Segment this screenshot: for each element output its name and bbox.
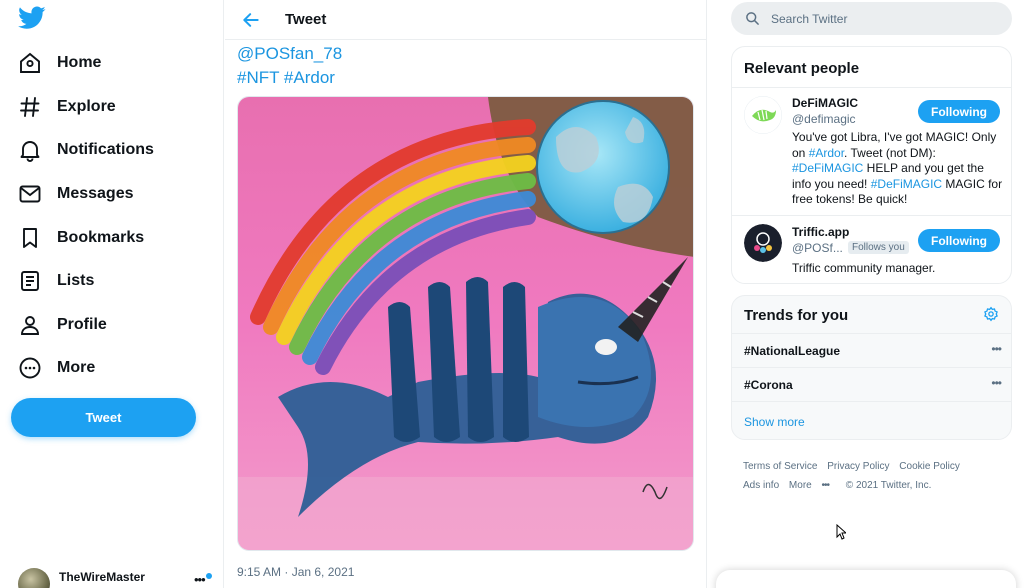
follows-you-badge: Follows you <box>848 241 909 254</box>
mouse-cursor-icon <box>836 524 846 540</box>
nav-label-more: More <box>57 359 96 376</box>
sidebar: Home Explore Notifications Messages Book… <box>0 0 224 588</box>
nav-explore[interactable]: Explore <box>18 87 116 127</box>
nav-more[interactable]: More <box>18 348 95 388</box>
following-button[interactable]: Following <box>918 229 1000 252</box>
trend-name: #NationalLeague <box>744 344 841 358</box>
tweet-mention-link[interactable]: @POSfan_78 <box>237 42 342 66</box>
nav-notifications[interactable]: Notifications <box>18 130 154 170</box>
bookmark-icon <box>23 228 37 248</box>
relevant-people-title: Relevant people <box>744 60 860 77</box>
copyright: © 2021 Twitter, Inc. <box>845 480 932 491</box>
right-column: Relevant people DeFiMAGIC @defimagic Fol… <box>708 0 1024 588</box>
search-bar[interactable] <box>731 2 1012 35</box>
footer-more-label: More <box>788 480 812 491</box>
list-icon <box>21 271 39 291</box>
more-dots-icon[interactable]: ••• <box>991 342 1002 356</box>
trends-title: Trends for you <box>744 307 849 324</box>
gear-icon[interactable] <box>983 306 999 322</box>
bell-icon <box>20 141 40 162</box>
twitter-bird-icon[interactable] <box>18 6 46 30</box>
tweet-hashtags-link[interactable]: #NFT #Ardor <box>237 66 342 90</box>
avatar <box>744 224 782 262</box>
person-icon <box>21 316 39 335</box>
avatar <box>744 96 782 134</box>
tweet-image[interactable] <box>237 96 694 551</box>
relevant-people-panel: Relevant people DeFiMAGIC @defimagic Fol… <box>731 46 1012 284</box>
person-handle: @defimagic <box>792 112 856 126</box>
following-button[interactable]: Following <box>918 100 1000 123</box>
more-circle-icon <box>19 357 41 379</box>
account-switcher[interactable]: TheWireMaster ••• <box>18 566 214 588</box>
nav-label-bookmarks: Bookmarks <box>57 229 145 246</box>
main-header: Tweet <box>225 0 707 40</box>
messages-drawer[interactable] <box>716 570 1016 588</box>
more-dots-icon[interactable]: ••• <box>991 376 1002 390</box>
nav-profile[interactable]: Profile <box>18 305 107 345</box>
hashtag-icon <box>20 97 40 117</box>
main-column: Tweet @POSfan_78 #NFT #Ardor 9:15 AM · J… <box>225 0 707 588</box>
person-card-defimagic[interactable]: DeFiMAGIC @defimagic Following You've go… <box>732 87 1011 215</box>
terms-link[interactable]: Terms of Service <box>743 461 817 472</box>
person-bio: Triffic community manager. <box>792 261 936 275</box>
back-arrow-icon[interactable] <box>241 10 261 30</box>
envelope-icon <box>19 185 41 203</box>
more-dots-icon: ••• <box>194 572 206 587</box>
bio-text: . Tweet (not DM): <box>844 145 936 160</box>
notification-dot <box>206 573 212 579</box>
cookie-link[interactable]: Cookie Policy <box>899 461 960 472</box>
show-more-link[interactable]: Show more <box>744 415 805 429</box>
trends-panel: Trends for you #NationalLeague ••• #Coro… <box>731 295 1012 440</box>
avatar <box>18 568 50 588</box>
compose-tweet-button[interactable]: Tweet <box>11 398 196 437</box>
more-dots-icon: ••• <box>821 480 830 491</box>
nav-label-profile: Profile <box>57 316 107 333</box>
page-title: Tweet <box>285 11 327 28</box>
footer-links: Terms of Service Privacy Policy Cookie P… <box>743 457 1003 495</box>
search-icon <box>746 12 759 25</box>
home-icon <box>20 52 40 73</box>
nav-bookmarks[interactable]: Bookmarks <box>18 218 144 258</box>
hashtag-link[interactable]: #DeFiMAGIC <box>871 177 942 191</box>
nav-label-lists: Lists <box>57 272 95 289</box>
person-bio: You've got Libra, I've got MAGIC! Only o… <box>792 130 1004 208</box>
privacy-link[interactable]: Privacy Policy <box>827 461 889 472</box>
trend-item[interactable]: #Corona ••• <box>732 367 1011 401</box>
person-name: Triffic.app <box>792 225 850 239</box>
nav-label-notifications: Notifications <box>57 141 154 158</box>
tweet-text: @POSfan_78 #NFT #Ardor <box>237 42 342 90</box>
search-input[interactable] <box>771 10 991 28</box>
hashtag-link[interactable]: #DeFiMAGIC <box>792 161 863 175</box>
nav-label-explore: Explore <box>57 98 116 115</box>
person-name: DeFiMAGIC <box>792 96 858 110</box>
trend-name: #Corona <box>744 378 793 392</box>
nav-home[interactable]: Home <box>18 43 101 83</box>
trend-item[interactable]: #NationalLeague ••• <box>732 333 1011 367</box>
hashtag-link[interactable]: #Ardor <box>809 146 844 160</box>
nav-label-home: Home <box>57 54 102 71</box>
narwhal-fish-painting <box>238 97 693 550</box>
tweet-timestamp[interactable]: 9:15 AM · Jan 6, 2021 <box>237 565 354 579</box>
person-card-triffic[interactable]: Triffic.app @POSf... Follows you Followi… <box>732 215 1011 283</box>
ads-info-link[interactable]: Ads info <box>743 480 779 491</box>
nav-label-messages: Messages <box>57 185 134 202</box>
nav-messages[interactable]: Messages <box>18 174 134 214</box>
account-name: TheWireMaster <box>59 570 145 584</box>
nav-lists[interactable]: Lists <box>18 261 94 301</box>
show-more-row[interactable]: Show more <box>732 401 1011 439</box>
person-handle: @POSf... <box>792 241 843 255</box>
footer-more-link[interactable]: More ••• <box>789 480 836 491</box>
